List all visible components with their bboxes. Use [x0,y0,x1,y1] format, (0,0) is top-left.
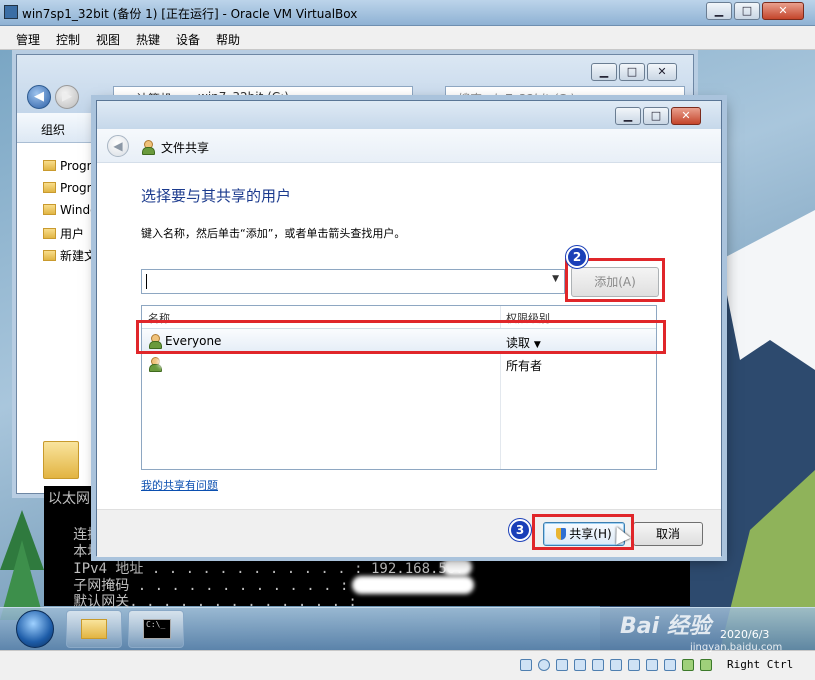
back-arrow-icon[interactable]: ◀ [27,85,51,109]
tree-item[interactable]: Progra [43,181,99,195]
taskbar-cmd-button[interactable]: C:\_ [128,610,184,648]
minimize-icon[interactable]: ▁ [615,107,641,125]
cmd-icon: C:\_ [143,619,171,639]
menu-help[interactable]: 帮助 [216,31,240,48]
close-icon[interactable]: ✕ [647,63,677,81]
menu-devices[interactable]: 设备 [176,31,200,48]
dialog-title-bar: ▁ □ ✕ [97,101,721,129]
vbox-status-bar: Right Ctrl [0,650,815,680]
vbox-title-bar: win7sp1_32bit (备份 1) [正在运行] - Oracle VM … [0,0,815,26]
menu-view[interactable]: 视图 [96,31,120,48]
back-arrow-icon[interactable]: ◀ [107,135,129,157]
dialog-heading: 选择要与其共享的用户 [141,187,292,205]
menu-control[interactable]: 控制 [56,31,80,48]
audio-icon[interactable] [556,659,568,671]
watermark-sub: jingyan.baidu.com [690,642,783,653]
tree-item[interactable]: Progra [43,159,99,173]
folder-icon [43,228,56,239]
folder-icon [81,619,107,639]
step-badge: 2 [566,246,588,268]
close-icon[interactable]: ✕ [671,107,701,125]
clock-date: 2020/6/3 [720,628,770,641]
tree-item[interactable]: Windo [43,203,98,217]
mouse-integration-icon[interactable] [682,659,694,671]
permission-level: 所有者 [506,359,543,373]
dialog-header: ◀ 文件共享 [97,129,721,163]
keyboard-icon[interactable] [700,659,712,671]
folder-icon [43,160,56,171]
tree-item[interactable]: 新建文 [43,247,96,264]
display-icon[interactable] [628,659,640,671]
tree-item[interactable]: 用户 [43,225,84,242]
users-icon [141,140,155,155]
optical-drive-icon[interactable] [538,659,550,671]
host-key-label: Right Ctrl [727,658,794,671]
organize-button[interactable]: 组织 [41,121,65,138]
start-orb-icon[interactable] [16,610,54,648]
shared-folder-icon[interactable] [610,659,622,671]
dialog-title: 文件共享 [161,141,210,155]
wallpaper-trees [0,510,44,620]
cmd-line: 以太网 [48,491,90,507]
vbox-window-title: win7sp1_32bit (备份 1) [正在运行] - Oracle VM … [22,7,358,21]
redaction [352,576,474,594]
cancel-button[interactable]: 取消 [633,522,703,546]
annotation-box-everyone [136,320,666,354]
close-icon[interactable]: ✕ [762,2,804,20]
explorer-caption-buttons: ▁ □ ✕ [591,63,677,81]
taskbar-explorer-button[interactable] [66,610,122,648]
hdd-icon[interactable] [520,659,532,671]
dialog-caption-buttons: ▁ □ ✕ [615,107,701,125]
large-folder-icon [43,441,79,479]
usb-icon[interactable] [592,659,604,671]
redaction [442,558,472,576]
menu-manage[interactable]: 管理 [16,31,40,48]
recording-icon[interactable] [646,659,658,671]
list-item[interactable]: 所有者 [142,352,656,376]
maximize-icon[interactable]: □ [643,107,669,125]
forward-arrow-icon[interactable]: ▶ [55,85,79,109]
maximize-icon[interactable]: □ [734,2,760,20]
step-badge: 3 [509,519,531,541]
redaction [158,356,224,368]
minimize-icon[interactable]: ▁ [591,63,617,81]
folder-icon [43,204,56,215]
menu-hotkey[interactable]: 热键 [136,31,160,48]
dialog-instruction: 键入名称，然后单击“添加”，或者单击箭头查找用户。 [141,227,406,240]
user-name-combobox[interactable]: ▼ [141,269,565,294]
network-icon[interactable] [574,659,586,671]
watermark: Bai 经验 [620,614,711,639]
help-link[interactable]: 我的共享有问题 [141,477,218,493]
maximize-icon[interactable]: □ [619,63,645,81]
vbox-caption-buttons: ▁ □ ✕ [706,2,804,20]
vbox-menu-bar: 管理 控制 视图 热键 设备 帮助 [0,26,815,50]
virtualbox-icon [4,5,18,19]
cpu-icon[interactable] [664,659,676,671]
folder-icon [43,250,56,261]
chevron-down-icon[interactable]: ▼ [552,274,559,284]
text-caret [146,274,147,289]
minimize-icon[interactable]: ▁ [706,2,732,20]
folder-icon [43,182,56,193]
